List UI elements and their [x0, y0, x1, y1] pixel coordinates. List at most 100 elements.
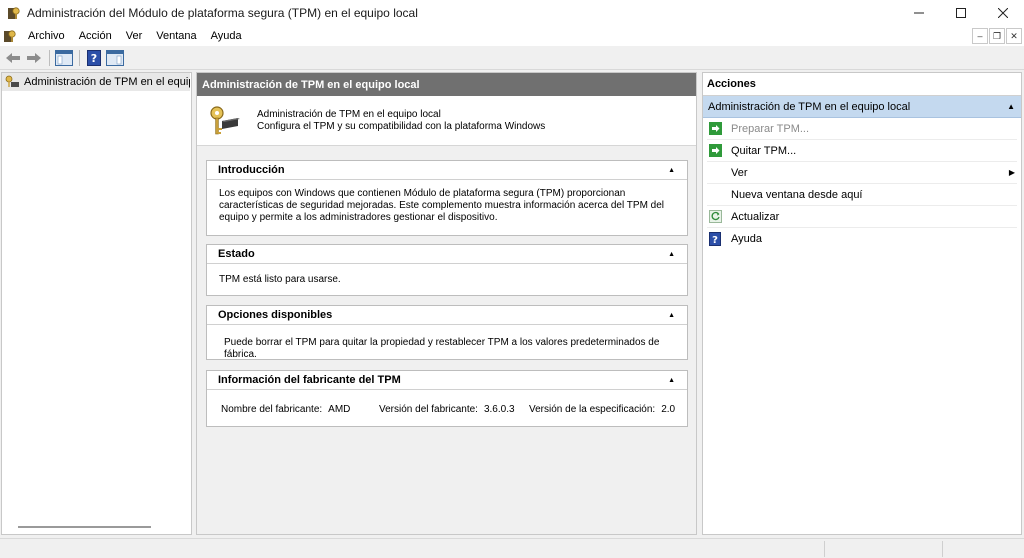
tree-item-label: Administración de TPM en el equipo local: [24, 76, 190, 88]
help-icon: ?: [87, 49, 101, 66]
section-introduction: Introducción ▲ Los equipos con Windows q…: [206, 160, 688, 236]
minimize-button[interactable]: [898, 0, 940, 26]
manufacturer-name-label: Nombre del fabricante:: [221, 404, 323, 415]
section-body: TPM está listo para usarse.: [219, 274, 341, 285]
section-title: Información del fabricante del TPM: [218, 374, 401, 386]
minimize-icon: –: [977, 31, 983, 41]
results-pane-header: Administración de TPM en el equipo local: [197, 73, 696, 96]
action-icon-placeholder: [707, 165, 723, 181]
help-button[interactable]: ?: [84, 49, 104, 67]
action-clear-tpm[interactable]: Quitar TPM...: [707, 140, 1017, 162]
collapse-caret-icon[interactable]: ▲: [668, 251, 675, 258]
action-label: Ayuda: [731, 233, 762, 245]
status-bar-divider: [824, 541, 825, 557]
show-hide-action-pane-icon: [106, 49, 124, 66]
submenu-arrow-icon: ▶: [1008, 168, 1015, 177]
mdi-close-button[interactable]: ✕: [1006, 28, 1022, 44]
collapse-caret-icon[interactable]: ▲: [668, 312, 675, 319]
forward-button[interactable]: [24, 49, 44, 67]
menu-accion[interactable]: Acción: [72, 30, 119, 42]
back-button[interactable]: [3, 49, 23, 67]
window-controls: [898, 0, 1024, 26]
tpm-chip-key-icon: [210, 105, 240, 134]
menu-ver[interactable]: Ver: [119, 30, 150, 42]
actions-pane: Acciones Administración de TPM en el equ…: [702, 72, 1022, 535]
section-body: Los equipos con Windows que contienen Mó…: [219, 188, 665, 223]
collapse-caret-icon[interactable]: ▲: [668, 377, 675, 384]
back-arrow-icon: [6, 52, 20, 63]
results-pane: Administración de TPM en el equipo local…: [196, 72, 697, 535]
toolbar-separator: [49, 49, 50, 66]
collapse-caret-icon[interactable]: ▲: [668, 167, 675, 174]
actions-group-header[interactable]: Administración de TPM en el equipo local…: [703, 96, 1021, 118]
console-tree: Administración de TPM en el equipo local: [1, 72, 192, 535]
section-available-options: Opciones disponibles ▲ Puede borrar el T…: [206, 305, 688, 360]
section-title: Estado: [218, 248, 255, 260]
actions-header: Acciones: [703, 73, 1021, 96]
title-bar: Administración del Módulo de plataforma …: [0, 0, 1024, 26]
green-arrow-icon: [707, 121, 723, 137]
spec-version-label: Versión de la especificación:: [529, 404, 656, 415]
tpm-key-icon: [8, 7, 20, 19]
close-icon: ✕: [1010, 30, 1018, 41]
toolbar-separator: [79, 49, 80, 66]
maximize-icon: [956, 8, 966, 18]
action-label: Ver: [731, 166, 748, 179]
banner-description: Configura el TPM y su compatibilidad con…: [257, 120, 546, 132]
spec-version: Versión de la especificación: 2.0: [529, 404, 675, 415]
action-label: Preparar TPM...: [731, 122, 810, 135]
refresh-icon: [707, 209, 723, 225]
svg-text:?: ?: [712, 235, 718, 246]
mdi-restore-button[interactable]: ❐: [989, 28, 1005, 44]
help-icon: ?: [707, 231, 723, 247]
action-label: Nueva ventana desde aquí: [731, 188, 863, 201]
show-hide-tree-button[interactable]: [54, 49, 74, 67]
window-title: Administración del Módulo de plataforma …: [27, 6, 418, 20]
mdi-minimize-button[interactable]: –: [972, 28, 988, 44]
banner-title: Administración de TPM en el equipo local: [257, 108, 441, 120]
menu-bar: Archivo Acción Ver Ventana Ayuda – ❐ ✕: [0, 26, 1024, 46]
green-arrow-icon: [707, 143, 723, 159]
action-refresh[interactable]: Actualizar: [707, 206, 1017, 228]
status-bar: [0, 538, 1024, 558]
section-header[interactable]: Información del fabricante del TPM ▲: [207, 371, 687, 390]
spec-version-value: 2.0: [661, 404, 676, 415]
menu-ventana[interactable]: Ventana: [149, 30, 203, 42]
manufacturer-info-row: Nombre del fabricante: AMD Versión del f…: [207, 390, 687, 415]
restore-icon: ❐: [992, 30, 1002, 41]
section-header[interactable]: Introducción ▲: [207, 161, 687, 180]
action-help[interactable]: ? Ayuda: [707, 228, 1017, 250]
menu-archivo[interactable]: Archivo: [21, 30, 72, 42]
mdi-controls: – ❐ ✕: [971, 28, 1022, 44]
tree-item-tpm-root[interactable]: Administración de TPM en el equipo local: [2, 73, 190, 91]
horizontal-scrollbar[interactable]: [18, 526, 151, 528]
section-title: Opciones disponibles: [218, 309, 333, 321]
tpm-key-icon: [5, 75, 19, 87]
manufacturer-version-value: 3.6.0.3: [483, 404, 515, 415]
maximize-button[interactable]: [940, 0, 982, 26]
snapin-banner: Administración de TPM en el equipo local…: [197, 96, 696, 146]
menu-ayuda[interactable]: Ayuda: [204, 30, 249, 42]
show-hide-action-pane-button[interactable]: [105, 49, 125, 67]
toolbar: ?: [0, 46, 1024, 70]
close-button[interactable]: [982, 0, 1024, 26]
action-new-window[interactable]: Nueva ventana desde aquí: [707, 184, 1017, 206]
manufacturer-version: Versión del fabricante: 3.6.0.3: [379, 404, 529, 415]
status-bar-divider: [942, 541, 943, 557]
section-header[interactable]: Opciones disponibles ▲: [207, 306, 687, 325]
section-header[interactable]: Estado ▲: [207, 245, 687, 264]
minimize-icon: [914, 12, 924, 14]
close-icon: [998, 8, 1008, 18]
section-manufacturer-info: Información del fabricante del TPM ▲ Nom…: [206, 370, 688, 427]
tpm-key-icon[interactable]: [3, 29, 17, 43]
section-status: Estado ▲ TPM está listo para usarse.: [206, 244, 688, 296]
action-label: Quitar TPM...: [731, 144, 797, 157]
svg-text:?: ?: [91, 52, 97, 65]
banner-text: Administración de TPM en el equipo local…: [257, 109, 545, 133]
action-view[interactable]: Ver ▶: [707, 162, 1017, 184]
section-body: Puede borrar el TPM para quitar la propi…: [224, 337, 660, 360]
action-prepare-tpm[interactable]: Preparar TPM...: [707, 118, 1017, 140]
actions-group-title: Administración de TPM en el equipo local: [708, 100, 911, 113]
collapse-caret-icon[interactable]: ▲: [1007, 102, 1015, 111]
action-icon-placeholder: [707, 187, 723, 203]
